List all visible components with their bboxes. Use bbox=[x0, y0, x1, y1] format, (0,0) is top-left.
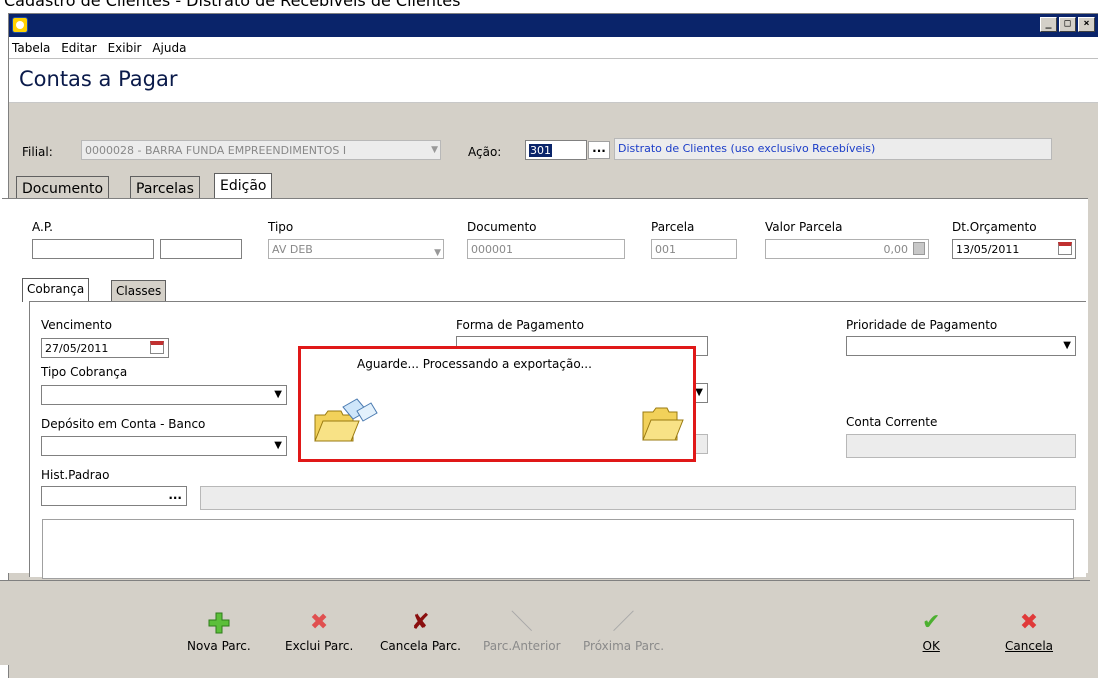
export-progress-dialog: Aguarde... Processando a exportação... bbox=[298, 346, 696, 462]
exclui-parc-label: Exclui Parc. bbox=[285, 639, 354, 653]
valor-parcela-input[interactable]: 0,00 bbox=[765, 239, 929, 259]
destination-folder-icon bbox=[642, 407, 684, 441]
source-folder-icon bbox=[314, 398, 378, 442]
menu-exibir[interactable]: Exibir bbox=[105, 37, 146, 55]
tab-documento[interactable]: Documento bbox=[16, 176, 110, 200]
calculator-icon[interactable] bbox=[913, 242, 925, 255]
vencimento-label: Vencimento bbox=[41, 318, 112, 332]
delete-icon: ✖ bbox=[309, 610, 329, 635]
minimize-button[interactable]: _ bbox=[1040, 17, 1057, 32]
documento-input[interactable]: 000001 bbox=[467, 239, 625, 259]
deposito-label: Depósito em Conta - Banco bbox=[41, 417, 206, 431]
menu-tabela[interactable]: Tabela bbox=[9, 37, 54, 55]
tab-parcelas[interactable]: Parcelas bbox=[130, 176, 200, 200]
forma-pagamento-label: Forma de Pagamento bbox=[456, 318, 584, 332]
tipo-value: AV DEB bbox=[272, 243, 313, 256]
proxima-parc-label: Próxima Parc. bbox=[583, 639, 665, 653]
deposito-banco-select[interactable]: ▼ bbox=[41, 436, 287, 456]
chevron-down-icon: ▼ bbox=[695, 387, 703, 398]
arrow-back-icon: ＼ bbox=[510, 610, 533, 635]
prioridade-label: Prioridade de Pagamento bbox=[846, 318, 998, 332]
subtab-cobranca[interactable]: Cobrança bbox=[22, 278, 90, 302]
valor-parcela-label: Valor Parcela bbox=[765, 220, 843, 234]
chevron-down-icon: ▼ bbox=[274, 440, 282, 451]
chevron-down-icon: ▼ bbox=[274, 389, 282, 400]
subtab-classes[interactable]: Classes bbox=[111, 280, 167, 302]
tipo-label: Tipo bbox=[268, 220, 294, 234]
proxima-parc-button[interactable]: ／ Próxima Parc. bbox=[583, 610, 665, 654]
title-bar: _ □ × bbox=[9, 14, 1098, 37]
dt-orcamento-input[interactable]: 13/05/2011 bbox=[952, 239, 1076, 259]
tipo-cobranca-select[interactable]: ▼ bbox=[41, 385, 287, 405]
dt-orcamento-value: 13/05/2011 bbox=[956, 243, 1020, 256]
chevron-down-icon: ▼ bbox=[1063, 340, 1071, 351]
progress-message: Aguarde... Processando a exportação... bbox=[357, 357, 592, 371]
acao-description-text: Distrato de Clientes (uso exclusivo Rece… bbox=[618, 142, 876, 155]
documento-value: 000001 bbox=[471, 243, 513, 256]
cancela-button[interactable]: ✖ Cancela bbox=[1005, 610, 1054, 654]
filial-value: 0000028 - BARRA FUNDA EMPREENDIMENTOS I bbox=[85, 144, 347, 157]
hist-padrao-input[interactable]: ... bbox=[41, 486, 187, 506]
cancela-label: Cancela bbox=[1005, 639, 1054, 653]
parc-anterior-label: Parc.Anterior bbox=[483, 639, 561, 653]
window-caption-strip: Cadastro de Clientes - Distrato de Receb… bbox=[0, 0, 1098, 10]
maximize-button[interactable]: □ bbox=[1059, 17, 1076, 32]
window-controls: _ □ × bbox=[1040, 17, 1095, 32]
nova-parc-button[interactable]: Nova Parc. bbox=[187, 611, 251, 653]
window-caption: Cadastro de Clientes - Distrato de Receb… bbox=[4, 0, 461, 10]
parcela-label: Parcela bbox=[651, 220, 695, 234]
acao-description: Distrato de Clientes (uso exclusivo Rece… bbox=[614, 138, 1052, 160]
checkmark-icon: ✔ bbox=[922, 610, 941, 635]
parcela-input[interactable]: 001 bbox=[651, 239, 737, 259]
acao-code-input[interactable]: 301 bbox=[525, 140, 587, 160]
calendar-icon[interactable] bbox=[1058, 242, 1072, 255]
tipo-select[interactable]: AV DEB ▼ bbox=[268, 239, 444, 259]
parcela-value: 001 bbox=[655, 243, 676, 256]
dt-orcamento-label: Dt.Orçamento bbox=[952, 220, 1037, 234]
cancela-parc-button[interactable]: ✘ Cancela Parc. bbox=[380, 610, 461, 654]
cancela-parc-label: Cancela Parc. bbox=[380, 639, 461, 653]
ap-input-1[interactable] bbox=[32, 239, 154, 259]
acao-label: Ação: bbox=[468, 145, 502, 159]
hist-padrao-label: Hist.Padrao bbox=[41, 468, 110, 482]
hist-lookup-button[interactable]: ... bbox=[168, 488, 182, 502]
observacao-textarea[interactable] bbox=[42, 519, 1074, 579]
parc-anterior-button[interactable]: ＼ Parc.Anterior bbox=[483, 610, 561, 654]
documento-label: Documento bbox=[467, 220, 537, 234]
conta-corrente-field bbox=[846, 434, 1076, 458]
valor-parcela-value: 0,00 bbox=[883, 243, 909, 256]
prioridade-select[interactable]: ▼ bbox=[846, 336, 1076, 356]
acao-lookup-button[interactable]: ... bbox=[588, 141, 610, 159]
ok-button[interactable]: ✔ OK bbox=[922, 610, 941, 654]
plus-icon bbox=[208, 612, 230, 634]
chevron-down-icon: ▼ bbox=[434, 248, 441, 258]
exclui-parc-button[interactable]: ✖ Exclui Parc. bbox=[285, 610, 354, 654]
hist-description-field bbox=[200, 486, 1076, 510]
app-icon bbox=[12, 17, 28, 33]
tab-edicao[interactable]: Edição bbox=[214, 173, 273, 200]
cancel-x-icon: ✘ bbox=[411, 610, 430, 635]
calendar-icon[interactable] bbox=[150, 341, 164, 354]
close-button[interactable]: × bbox=[1078, 17, 1095, 32]
page-header: Contas a Pagar bbox=[9, 59, 1098, 103]
filial-select[interactable]: 0000028 - BARRA FUNDA EMPREENDIMENTOS I … bbox=[81, 140, 441, 160]
page-title: Contas a Pagar bbox=[19, 67, 178, 91]
close-icon: ✖ bbox=[1019, 610, 1039, 635]
vencimento-input[interactable]: 27/05/2011 bbox=[41, 338, 169, 358]
ap-input-2[interactable] bbox=[160, 239, 242, 259]
ap-label: A.P. bbox=[32, 220, 53, 234]
bottom-toolbar: Nova Parc. ✖ Exclui Parc. ✘ Cancela Parc… bbox=[0, 580, 1090, 665]
menu-bar: Tabela Editar Exibir Ajuda bbox=[9, 37, 1098, 59]
acao-code-value: 301 bbox=[529, 144, 552, 157]
conta-corrente-label: Conta Corrente bbox=[846, 415, 938, 429]
menu-ajuda[interactable]: Ajuda bbox=[149, 37, 190, 55]
arrow-forward-icon: ／ bbox=[612, 610, 635, 635]
nova-parc-label: Nova Parc. bbox=[187, 639, 251, 653]
vencimento-value: 27/05/2011 bbox=[45, 342, 109, 355]
tipo-cobranca-label: Tipo Cobrança bbox=[41, 365, 128, 379]
filial-label: Filial: bbox=[22, 145, 53, 159]
menu-editar[interactable]: Editar bbox=[58, 37, 101, 55]
ok-label: OK bbox=[922, 639, 940, 653]
chevron-down-icon: ▼ bbox=[431, 145, 438, 155]
